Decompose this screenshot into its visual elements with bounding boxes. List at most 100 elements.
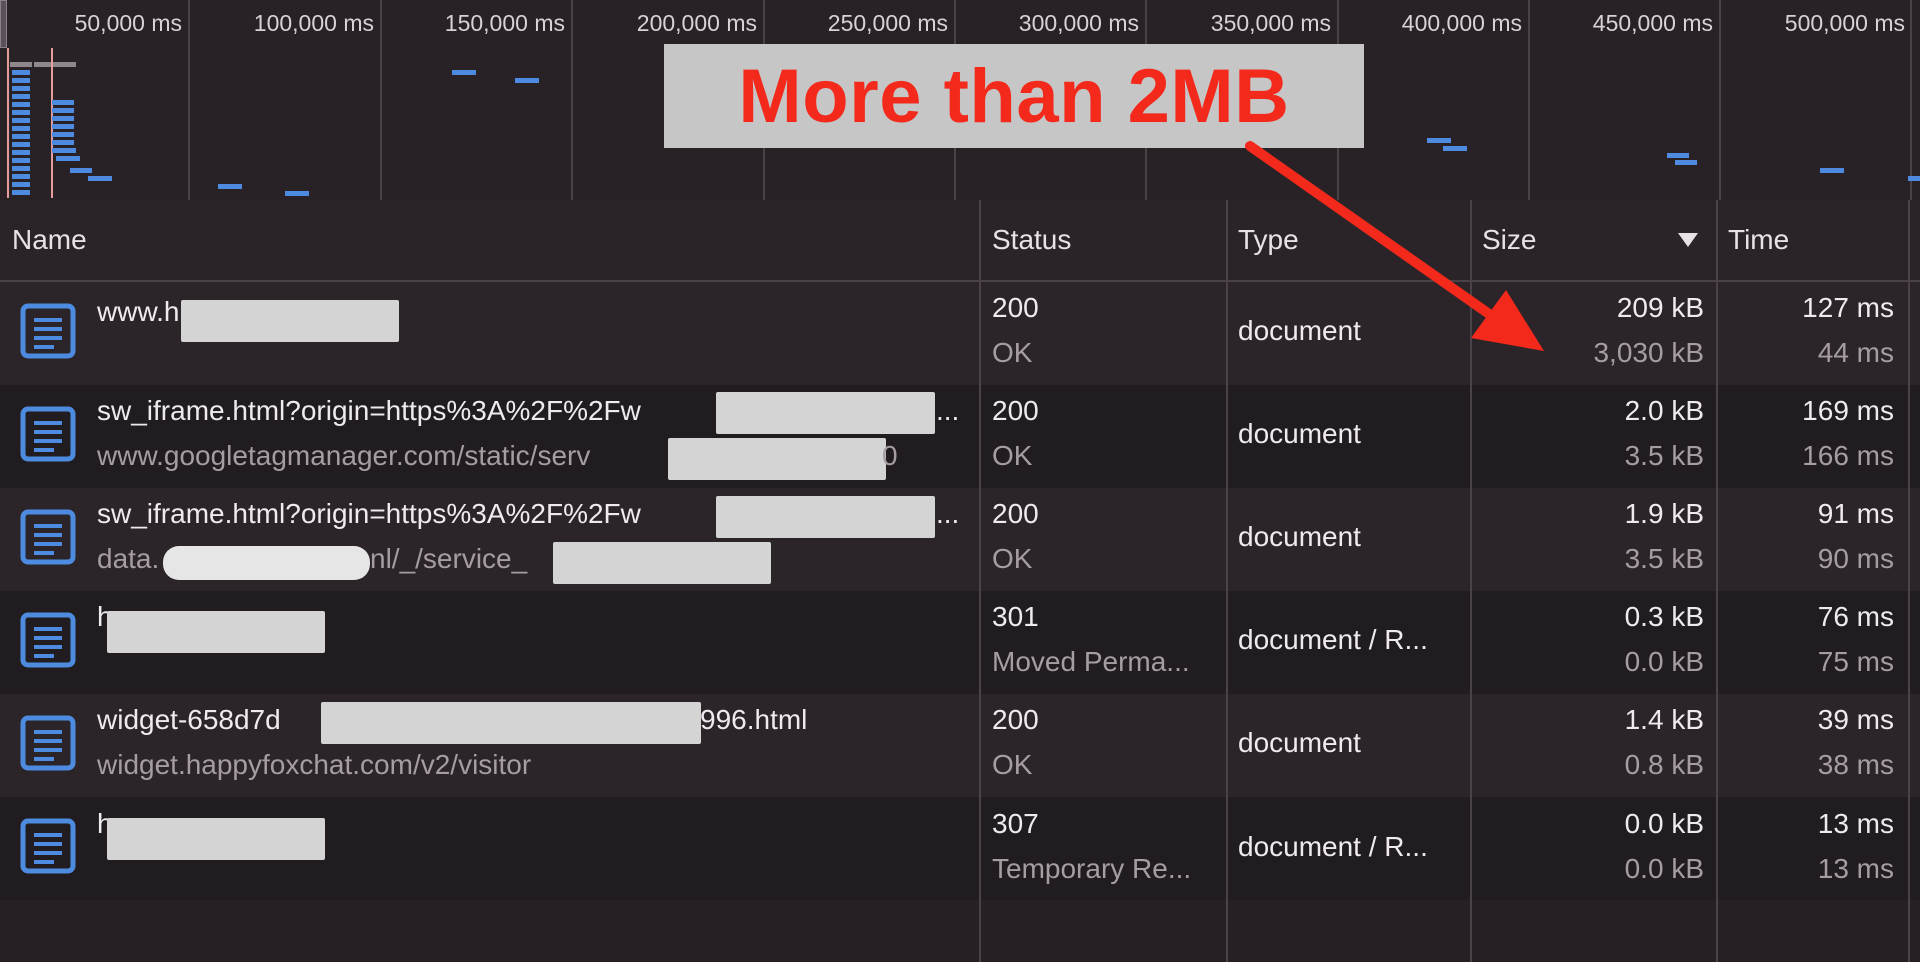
latency-time: 44 ms bbox=[1817, 337, 1894, 368]
column-header-size[interactable]: Size bbox=[1482, 200, 1536, 280]
total-time: 169 ms bbox=[1802, 395, 1894, 426]
latency-time: 75 ms bbox=[1817, 646, 1894, 677]
status-text: OK bbox=[992, 749, 1033, 780]
waterfall-bar bbox=[1675, 160, 1697, 165]
redaction-box bbox=[107, 818, 325, 860]
status-code: 200 bbox=[992, 395, 1039, 426]
waterfall-bar bbox=[52, 116, 74, 121]
redaction-box bbox=[181, 300, 399, 342]
redaction-box bbox=[321, 702, 701, 744]
transfer-size: 0.3 kB bbox=[1624, 601, 1704, 632]
latency-time: 166 ms bbox=[1802, 440, 1894, 471]
request-name[interactable]: www.h bbox=[97, 296, 179, 328]
request-name[interactable]: sw_iframe.html?origin=https%3A%2F%2Fw bbox=[97, 395, 641, 427]
status-code: 307 bbox=[992, 808, 1039, 839]
column-divider[interactable] bbox=[1908, 200, 1910, 962]
waterfall-bar bbox=[56, 156, 80, 161]
timeline-tick-label: 450,000 ms bbox=[1592, 10, 1713, 36]
waterfall-bar bbox=[12, 166, 30, 171]
waterfall-bar bbox=[12, 118, 30, 123]
column-header-status[interactable]: Status bbox=[992, 200, 1071, 280]
document-icon bbox=[20, 406, 76, 462]
status-code: 200 bbox=[992, 292, 1039, 323]
waterfall-bar bbox=[12, 134, 30, 139]
sort-descending-icon[interactable] bbox=[1678, 233, 1698, 247]
timeline-gridline bbox=[571, 0, 573, 200]
request-name[interactable]: sw_iframe.html?origin=https%3A%2F%2Fw bbox=[97, 498, 641, 530]
request-domain: widget.happyfoxchat.com/v2/visitor bbox=[97, 749, 532, 780]
request-domain: www.googletagmanager.com/static/serv bbox=[97, 440, 591, 471]
timeline-gridline bbox=[1910, 0, 1912, 200]
request-name[interactable]: widget-658d7d bbox=[97, 704, 281, 736]
waterfall-bar bbox=[12, 126, 30, 131]
timeline-gridline bbox=[380, 0, 382, 200]
waterfall-bar bbox=[12, 158, 30, 163]
redaction-box bbox=[553, 542, 771, 584]
resource-size: 3.5 kB bbox=[1624, 440, 1704, 471]
column-divider[interactable] bbox=[1716, 200, 1718, 962]
total-time: 39 ms bbox=[1817, 704, 1894, 735]
waterfall-bar bbox=[12, 70, 30, 75]
timeline-tick-label: 250,000 ms bbox=[827, 10, 948, 36]
redaction-box bbox=[163, 546, 370, 580]
waterfall-bar bbox=[218, 184, 242, 189]
table-header bbox=[0, 200, 1920, 282]
status-text: OK bbox=[992, 440, 1033, 471]
annotation-callout: More than 2MB bbox=[664, 44, 1364, 148]
waterfall-bar bbox=[1820, 168, 1844, 173]
waterfall-bar bbox=[12, 78, 30, 83]
timeline-gridline bbox=[188, 0, 190, 200]
redaction-box bbox=[107, 611, 325, 653]
request-type: document bbox=[1238, 418, 1361, 449]
waterfall-bar bbox=[12, 94, 30, 99]
timeline-gridline bbox=[1528, 0, 1530, 200]
document-icon bbox=[20, 612, 76, 668]
resource-size: 3.5 kB bbox=[1624, 543, 1704, 574]
status-text: OK bbox=[992, 543, 1033, 574]
waterfall-bar bbox=[1427, 138, 1451, 143]
status-text: Temporary Re... bbox=[992, 853, 1192, 884]
request-type: document bbox=[1238, 727, 1361, 758]
waterfall-bar bbox=[12, 86, 30, 91]
request-type: document bbox=[1238, 315, 1361, 346]
timeline-tick-label: 300,000 ms bbox=[1018, 10, 1139, 36]
waterfall-bar bbox=[452, 70, 476, 75]
waterfall-bar bbox=[12, 102, 30, 107]
timeline-tick-label: 100,000 ms bbox=[253, 10, 374, 36]
timeline-tick-label: 500,000 ms bbox=[1784, 10, 1905, 36]
latency-time: 90 ms bbox=[1817, 543, 1894, 574]
total-time: 76 ms bbox=[1817, 601, 1894, 632]
latency-time: 13 ms bbox=[1817, 853, 1894, 884]
status-code: 301 bbox=[992, 601, 1039, 632]
waterfall-bar bbox=[52, 132, 74, 137]
total-time: 127 ms bbox=[1802, 292, 1894, 323]
waterfall-bar bbox=[12, 174, 30, 179]
transfer-size: 2.0 kB bbox=[1624, 395, 1704, 426]
request-type: document bbox=[1238, 521, 1361, 552]
status-text: Moved Perma... bbox=[992, 646, 1190, 677]
waterfall-bar bbox=[12, 110, 30, 115]
column-header-type[interactable]: Type bbox=[1238, 200, 1299, 280]
status-text: OK bbox=[992, 337, 1033, 368]
document-icon bbox=[20, 818, 76, 874]
waterfall-bar bbox=[12, 150, 30, 155]
status-code: 200 bbox=[992, 704, 1039, 735]
column-header-name[interactable]: Name bbox=[12, 200, 87, 280]
column-divider[interactable] bbox=[979, 200, 981, 962]
waterfall-bar bbox=[52, 140, 74, 145]
resource-size: 0.0 kB bbox=[1624, 853, 1704, 884]
transfer-size: 1.9 kB bbox=[1624, 498, 1704, 529]
waterfall-bar bbox=[285, 191, 309, 196]
waterfall-bar bbox=[12, 182, 30, 187]
waterfall-bar bbox=[1908, 176, 1920, 181]
document-icon bbox=[20, 509, 76, 565]
column-header-time[interactable]: Time bbox=[1728, 200, 1789, 280]
waterfall-bar bbox=[515, 78, 539, 83]
redaction-box bbox=[716, 496, 935, 538]
document-icon bbox=[20, 303, 76, 359]
column-divider[interactable] bbox=[1470, 200, 1472, 962]
column-divider[interactable] bbox=[1226, 200, 1228, 962]
timeline-marker bbox=[7, 48, 9, 198]
total-time: 13 ms bbox=[1817, 808, 1894, 839]
total-time: 91 ms bbox=[1817, 498, 1894, 529]
